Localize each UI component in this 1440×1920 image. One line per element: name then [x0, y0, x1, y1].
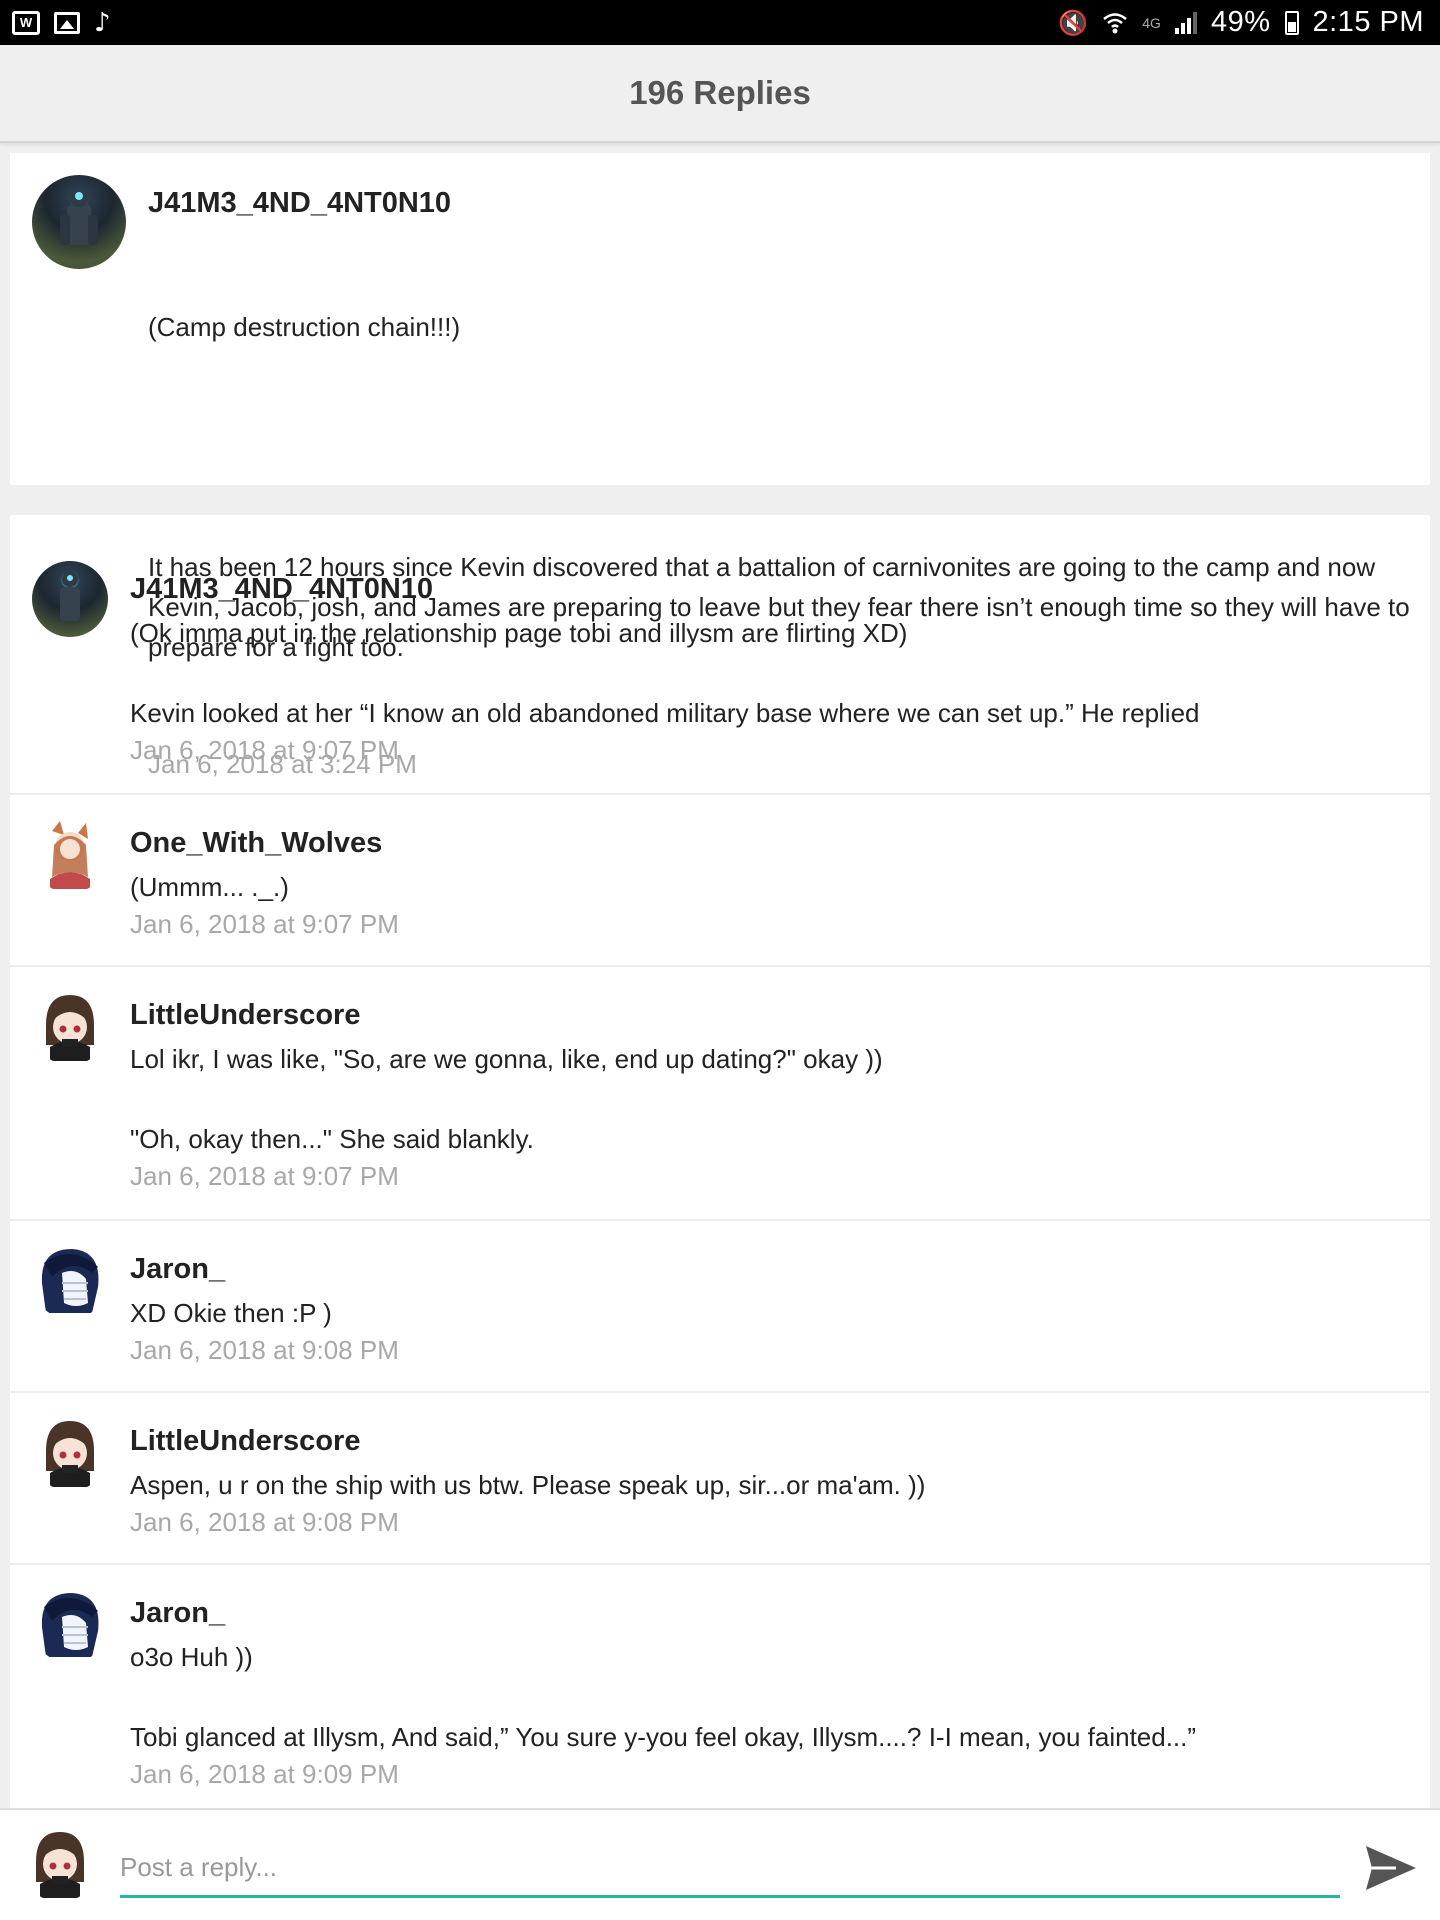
reply-author[interactable]: LittleUnderscore	[130, 1421, 1420, 1461]
status-right-icons: 🔇 4G 49% 2:15 PM	[1058, 6, 1424, 39]
post-line	[148, 427, 1418, 467]
status-left-icons: W ♪	[12, 10, 111, 36]
avatar[interactable]	[32, 1415, 108, 1491]
reply-text: o3o Huh )) Tobi glanced at Illysm, And s…	[130, 1642, 1197, 1752]
music-note-icon: ♪	[94, 7, 111, 38]
avatar[interactable]	[32, 989, 108, 1065]
reply-author[interactable]: LittleUnderscore	[130, 995, 1420, 1035]
reply-composer	[0, 1808, 1440, 1920]
post-author[interactable]: J41M3_4ND_4NT0N10	[148, 183, 1418, 223]
reply-author[interactable]: J41M3_4ND_4NT0N10	[130, 569, 1420, 609]
reply-text: (Ok imma put in the relationship page to…	[130, 618, 1200, 728]
reply-item: One_With_Wolves (Ummm... ._.) Jan 6, 201…	[10, 795, 1430, 967]
reply-author[interactable]: Jaron_	[130, 1593, 1420, 1633]
post-line: (Camp destruction chain!!!)	[148, 312, 461, 342]
wifi-icon	[1103, 12, 1128, 33]
reply-timestamp: Jan 6, 2018 at 9:08 PM	[130, 1335, 399, 1365]
reply-item: J41M3_4ND_4NT0N10 (Ok imma put in the re…	[10, 541, 1430, 795]
send-icon[interactable]	[1360, 1838, 1420, 1898]
reply-timestamp: Jan 6, 2018 at 9:08 PM	[130, 1507, 399, 1537]
current-user-avatar[interactable]	[22, 1826, 98, 1902]
clock: 2:15 PM	[1312, 6, 1424, 38]
battery-icon	[1284, 10, 1299, 35]
reply-author[interactable]: One_With_Wolves	[130, 823, 1420, 863]
signal-icon	[1174, 11, 1197, 34]
avatar[interactable]	[32, 1243, 108, 1319]
reply-item: Jaron_ o3o Huh )) Tobi glanced at Illysm…	[10, 1565, 1430, 1808]
reply-feed[interactable]: J41M3_4ND_4NT0N10 (Camp destruction chai…	[10, 153, 1430, 1808]
reply-text: XD Okie then :P )	[130, 1298, 332, 1328]
reply-author[interactable]: Jaron_	[130, 1249, 1420, 1289]
reply-item: LittleUnderscore Aspen, u r on the ship …	[10, 1393, 1430, 1565]
avatar[interactable]	[32, 561, 108, 637]
reply-item: Jaron_ XD Okie then :P ) Jan 6, 2018 at …	[10, 1221, 1430, 1393]
replies-list: J41M3_4ND_4NT0N10 (Ok imma put in the re…	[10, 515, 1430, 1808]
reply-timestamp: Jan 6, 2018 at 9:09 PM	[130, 1759, 399, 1789]
main-post: J41M3_4ND_4NT0N10 (Camp destruction chai…	[10, 153, 1430, 779]
reply-timestamp: Jan 6, 2018 at 9:07 PM	[130, 735, 399, 765]
avatar[interactable]	[32, 817, 108, 893]
reply-text: (Ummm... ._.)	[130, 872, 289, 902]
gallery-icon	[54, 11, 80, 34]
page-header: 196 Replies	[0, 45, 1440, 143]
avatar[interactable]	[32, 175, 126, 269]
reply-timestamp: Jan 6, 2018 at 9:07 PM	[130, 909, 399, 939]
status-bar: W ♪ 🔇 4G 49% 2:15 PM	[0, 0, 1440, 45]
reply-text: Aspen, u r on the ship with us btw. Plea…	[130, 1470, 926, 1500]
battery-percent: 49%	[1210, 6, 1271, 38]
network-type: 4G	[1142, 14, 1161, 31]
avatar[interactable]	[32, 1587, 108, 1663]
reply-timestamp: Jan 6, 2018 at 9:07 PM	[130, 1161, 399, 1191]
reply-text: Lol ikr, I was like, "So, are we gonna, …	[130, 1044, 883, 1154]
page-title: 196 Replies	[629, 74, 811, 111]
reply-item: LittleUnderscore Lol ikr, I was like, "S…	[10, 967, 1430, 1221]
mute-icon: 🔇	[1058, 8, 1089, 37]
app-icon: W	[12, 10, 40, 35]
reply-input[interactable]	[120, 1840, 1340, 1898]
